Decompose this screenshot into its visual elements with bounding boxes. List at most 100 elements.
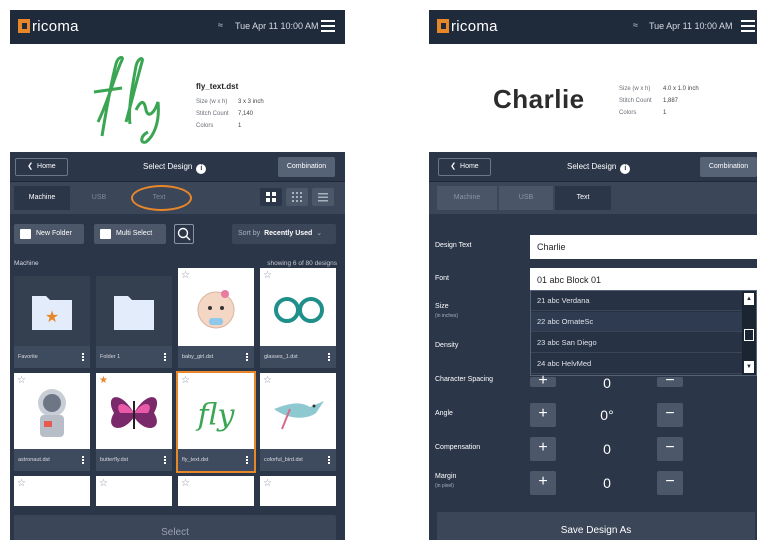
wifi-icon: ≈ (218, 20, 223, 30)
tile-caption: Favorite (14, 346, 90, 368)
design-text-label: Design Text (435, 242, 472, 249)
hamburger-menu-icon[interactable] (321, 20, 335, 32)
design-tile-baby-girl[interactable]: ☆ baby_girl.dst (178, 268, 254, 368)
scroll-grip-icon[interactable] (744, 329, 754, 341)
colors-value: 1 (663, 110, 667, 116)
grid-small-view-button[interactable] (286, 188, 308, 206)
star-icon[interactable]: ☆ (17, 478, 26, 489)
tab-text[interactable]: Text (555, 186, 611, 210)
angle-minus-button[interactable]: − (657, 403, 683, 427)
star-icon[interactable]: ☆ (17, 375, 26, 386)
tab-machine[interactable]: Machine (14, 186, 70, 210)
page-title: Select Design i (143, 162, 207, 174)
multi-select-button[interactable]: Multi Select (94, 224, 166, 244)
nav-bar: ❮ Home Select Design i Combination (429, 152, 757, 182)
design-preview: fly_text.dst Size (w x h) 3 x 3 inch Sti… (10, 44, 345, 152)
angle-value: 0° (600, 407, 614, 423)
info-icon[interactable]: i (196, 164, 207, 174)
combination-button[interactable]: Combination (278, 157, 335, 177)
design-text-input[interactable]: Charlie (530, 235, 757, 259)
tab-usb[interactable]: USB (74, 186, 124, 210)
design-tile-partial[interactable]: ☆ (260, 476, 336, 506)
tab-machine[interactable]: Machine (437, 186, 497, 210)
more-options-icon[interactable] (246, 353, 248, 361)
fly-embroidery-image (93, 55, 160, 144)
star-filled-icon[interactable]: ★ (99, 375, 108, 386)
angle-plus-button[interactable]: + (530, 403, 556, 427)
sort-dropdown[interactable]: Sort by Recently Used ⌄ (232, 224, 336, 244)
design-tile-partial[interactable]: ☆ (96, 476, 172, 506)
clock-text: Tue Apr 11 10:00 AM (235, 21, 319, 31)
status-bar: ricoma ≈ Tue Apr 11 10:00 AM (10, 10, 345, 44)
highlight-circle (131, 185, 192, 211)
star-icon[interactable]: ☆ (99, 478, 108, 489)
char-spacing-minus-button[interactable]: − (657, 373, 683, 389)
home-button[interactable]: ❮ Home (438, 158, 491, 176)
font-option[interactable]: 24 abc HelvMed (531, 354, 743, 374)
design-tile-partial[interactable]: ☆ (178, 476, 254, 506)
multi-select-icon (100, 229, 111, 239)
svg-text:fly: fly (196, 398, 236, 433)
scroll-down-icon[interactable]: ▼ (744, 361, 754, 373)
star-icon[interactable]: ☆ (181, 478, 190, 489)
more-options-icon[interactable] (328, 456, 330, 464)
font-dropdown-list[interactable]: 21 abc Verdana 22 abc OrnateSc 23 abc Sa… (530, 290, 757, 376)
more-options-icon[interactable] (246, 456, 248, 464)
tab-usb[interactable]: USB (499, 186, 553, 210)
star-icon[interactable]: ☆ (263, 375, 272, 386)
angle-label: Angle (435, 410, 453, 417)
colors-value: 1 (238, 123, 242, 129)
design-tile-partial[interactable]: ☆ (14, 476, 90, 506)
select-design-screen-text: ricoma ≈ Tue Apr 11 10:00 AM Charlie Siz… (429, 10, 757, 540)
status-bar: ricoma ≈ Tue Apr 11 10:00 AM (429, 10, 757, 44)
design-tile-butterfly[interactable]: ★ butterfly.dst (96, 373, 172, 471)
design-tile-fly-text-selected[interactable]: ☆ fly fly_text.dst (176, 371, 256, 473)
tile-caption: baby_girl.dst (178, 346, 254, 368)
size-label: Size (w x h) (619, 86, 651, 92)
info-icon[interactable]: i (620, 164, 631, 174)
char-spacing-value: 0 (603, 375, 611, 391)
star-icon[interactable]: ☆ (181, 375, 190, 386)
compensation-value: 0 (603, 441, 611, 457)
colors-label: Colors (196, 123, 214, 129)
nav-bar: ❮ Home Select Design i Combination (10, 152, 345, 182)
design-tile-astronaut[interactable]: ☆ astronaut.dst (14, 373, 90, 471)
font-select[interactable]: 01 abc Block 01 (530, 268, 757, 292)
margin-plus-button[interactable]: + (530, 471, 556, 495)
more-options-icon[interactable] (164, 456, 166, 464)
search-button[interactable] (174, 224, 194, 244)
font-option[interactable]: 22 abc OrnateSc (531, 312, 743, 332)
design-tile-glasses[interactable]: ☆ glasses_1.dst (260, 268, 336, 368)
folder-tile-folder1[interactable]: Folder 1 (96, 276, 172, 368)
source-tabs: Machine USB Text (429, 182, 757, 214)
folder-tile-favorite[interactable]: ★ Favorite (14, 276, 90, 368)
combination-button[interactable]: Combination (700, 157, 757, 177)
compensation-plus-button[interactable]: + (530, 437, 556, 461)
search-icon (177, 227, 191, 241)
hamburger-menu-icon[interactable] (741, 20, 755, 32)
font-option[interactable]: 21 abc Verdana (531, 291, 743, 311)
star-icon[interactable]: ☆ (263, 478, 272, 489)
design-tile-colorful-bird[interactable]: ☆ colorful_bird.dst (260, 373, 336, 471)
select-button[interactable]: Select (14, 515, 336, 540)
star-icon[interactable]: ☆ (181, 270, 190, 281)
list-view-button[interactable] (312, 188, 334, 206)
more-options-icon[interactable] (164, 353, 166, 361)
margin-minus-button[interactable]: − (657, 471, 683, 495)
more-options-icon[interactable] (82, 353, 84, 361)
more-options-icon[interactable] (82, 456, 84, 464)
grid-view-button[interactable] (260, 188, 282, 206)
more-options-icon[interactable] (328, 353, 330, 361)
char-spacing-plus-button[interactable]: + (530, 373, 556, 389)
charlie-text-preview: Charlie (493, 84, 585, 114)
page-title: Select Design i (567, 162, 631, 174)
font-option[interactable]: 23 abc San Diego (531, 333, 743, 353)
compensation-minus-button[interactable]: − (657, 437, 683, 461)
home-button[interactable]: ❮ Home (15, 158, 68, 176)
save-design-as-button[interactable]: Save Design As (437, 512, 755, 540)
star-icon[interactable]: ☆ (263, 270, 272, 281)
scroll-up-icon[interactable]: ▲ (744, 293, 754, 305)
tile-caption: glasses_1.dst (260, 346, 336, 368)
dropdown-scrollbar[interactable]: ▲ ▼ (742, 291, 756, 375)
new-folder-button[interactable]: New Folder (14, 224, 84, 244)
